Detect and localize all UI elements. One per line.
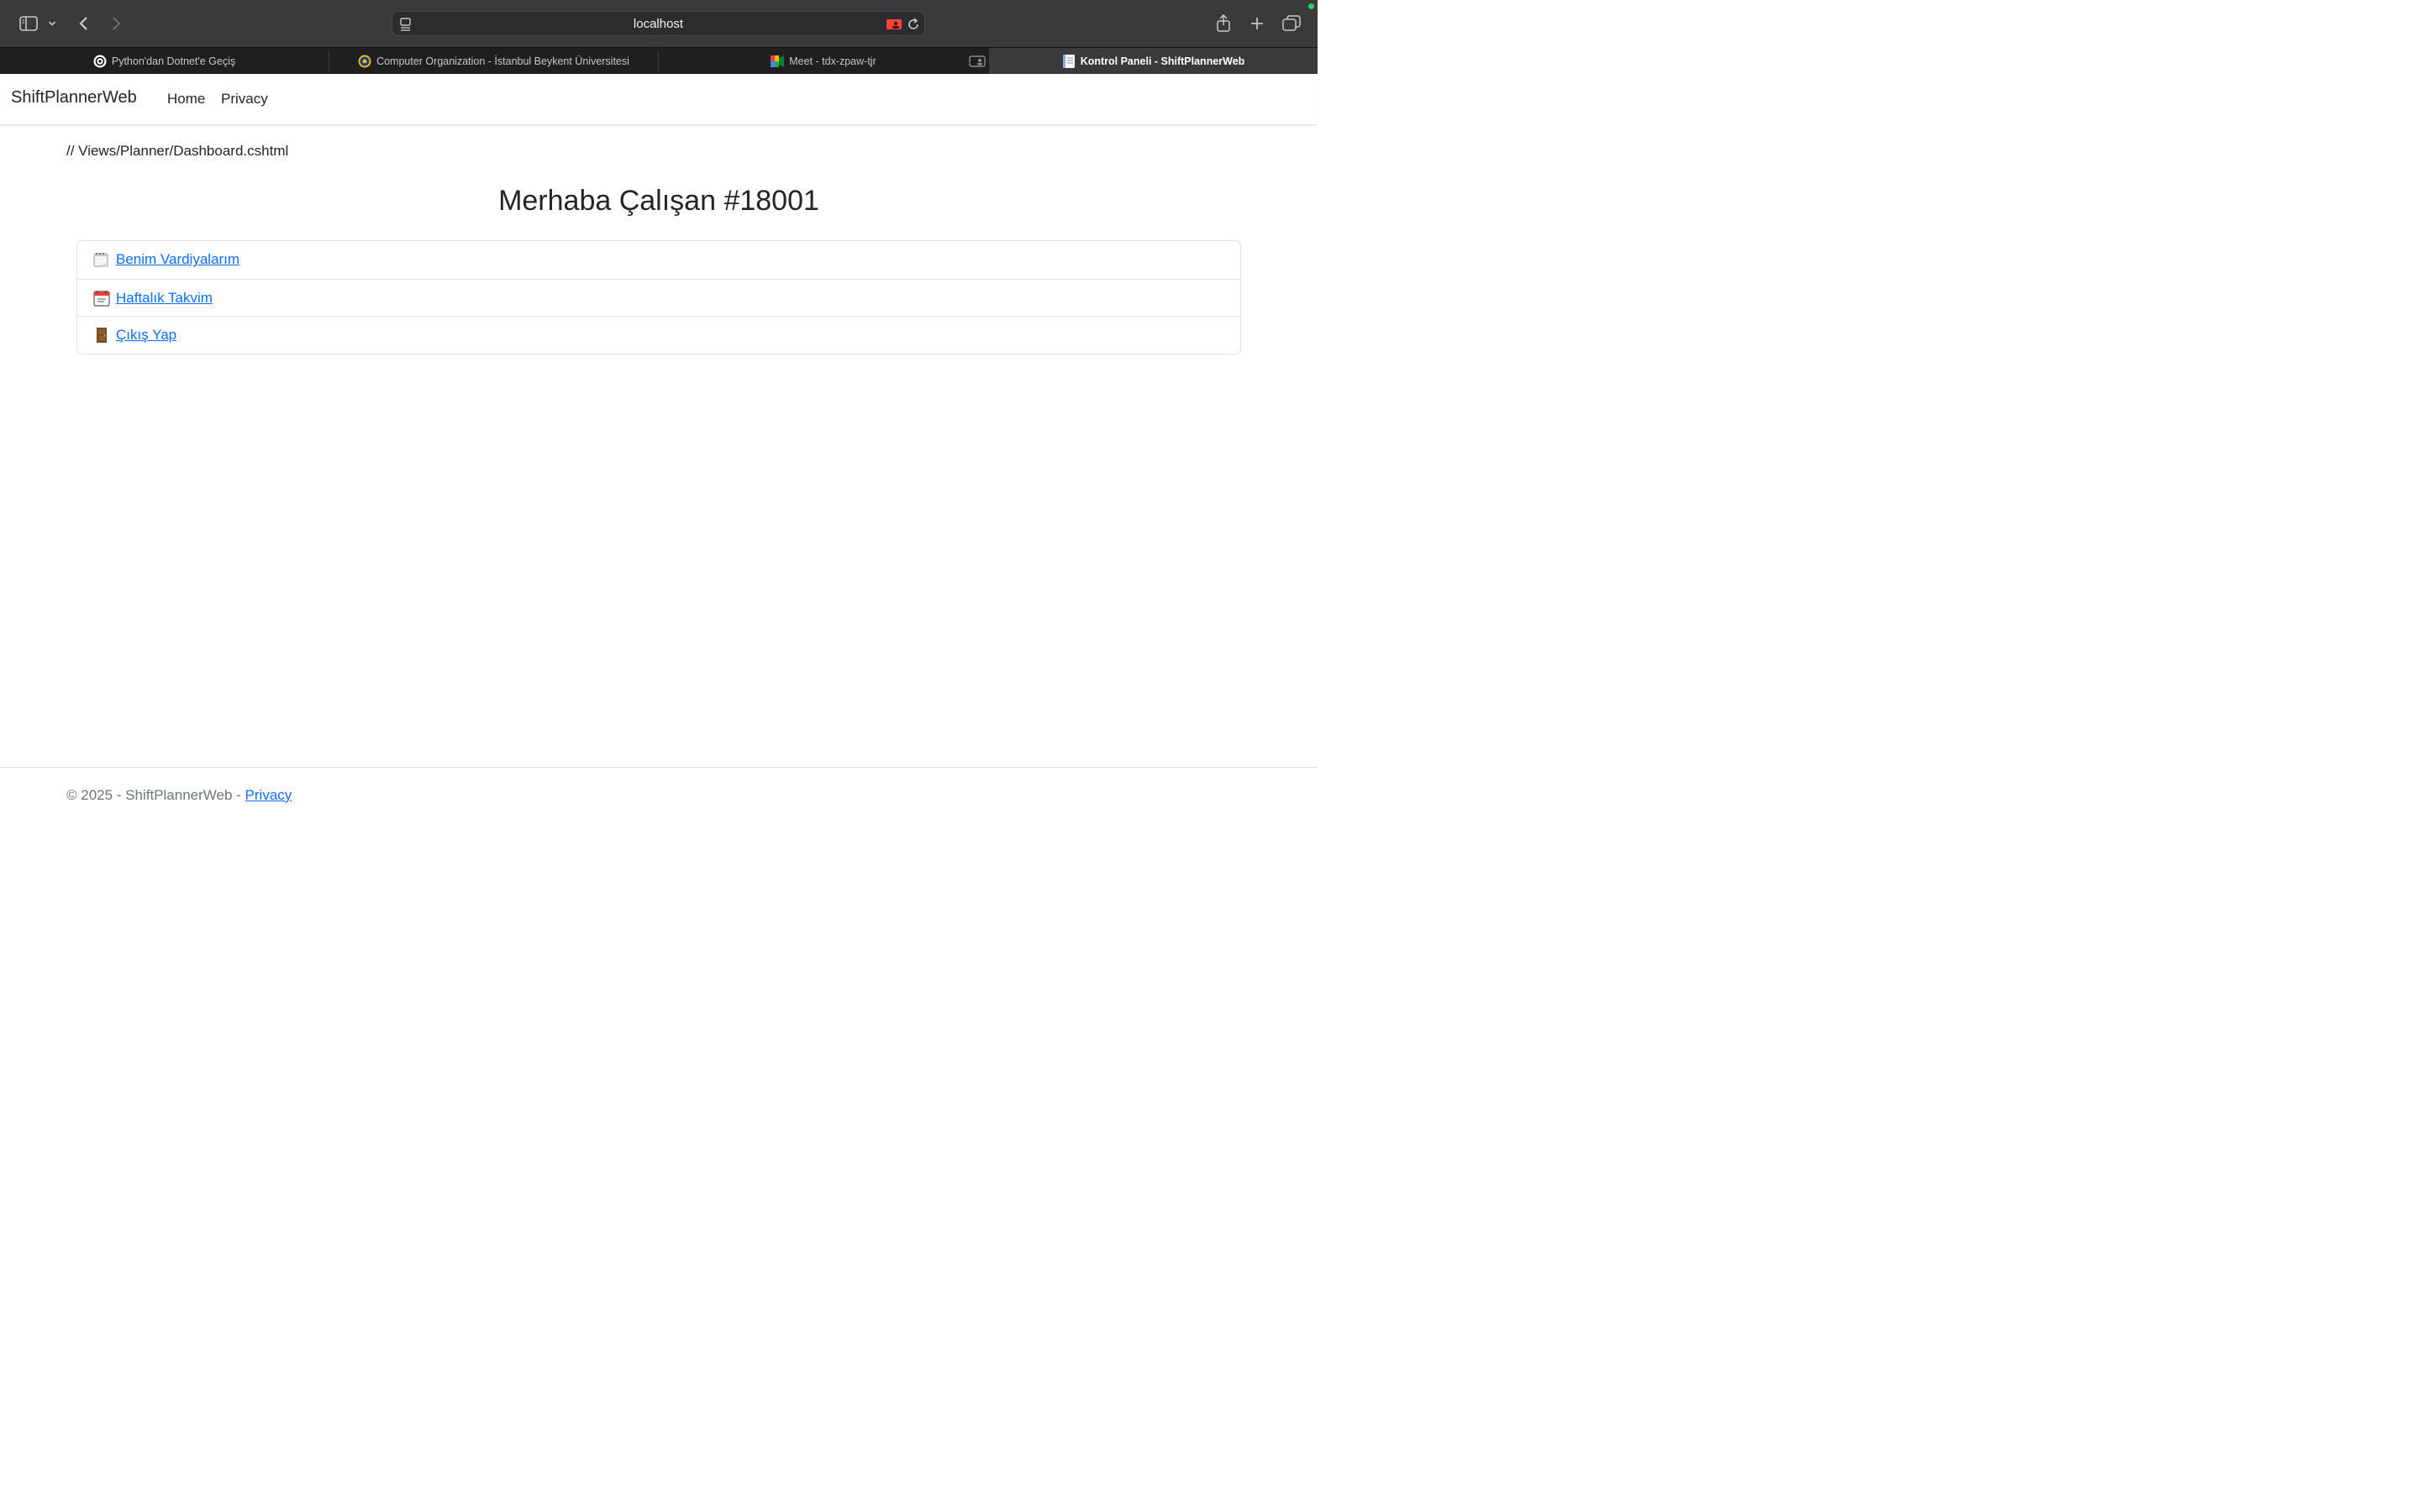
browser-toolbar: localhost bbox=[0, 0, 1318, 47]
list-item: Benim Vardiyalarım bbox=[77, 241, 1240, 279]
tab-overview-icon[interactable] bbox=[1281, 10, 1302, 37]
menu-item-label: Çıkış Yap bbox=[116, 327, 177, 344]
door-icon bbox=[92, 326, 111, 344]
logout-link[interactable]: Çıkış Yap bbox=[92, 326, 176, 344]
tab-title: Python'dan Dotnet'e Geçiş bbox=[111, 55, 236, 67]
chevron-down-icon[interactable] bbox=[45, 10, 59, 37]
menu-item-label: Benim Vardiyalarım bbox=[116, 251, 240, 268]
new-tab-plus-icon[interactable] bbox=[1247, 10, 1267, 37]
navbar-brand[interactable]: ShiftPlannerWeb bbox=[11, 88, 137, 108]
menu-item-label: Haftalık Takvim bbox=[116, 289, 213, 306]
address-bar[interactable]: localhost bbox=[392, 11, 925, 36]
reload-icon[interactable] bbox=[907, 17, 920, 36]
recording-indicator bbox=[1308, 3, 1314, 9]
weekly-calendar-link[interactable]: Haftalık Takvim bbox=[92, 289, 213, 307]
tab-title: Meet - tdx-zpaw-tjr bbox=[789, 55, 876, 67]
tab-bar: Python'dan Dotnet'e Geçiş Computer Organ… bbox=[0, 47, 1318, 74]
camera-in-use-icon[interactable] bbox=[886, 18, 902, 34]
list-item: Çıkış Yap bbox=[77, 316, 1240, 354]
nav-link-home[interactable]: Home bbox=[167, 91, 205, 108]
openai-icon bbox=[93, 55, 107, 68]
tab-title: Computer Organization - İstanbul Beykent… bbox=[376, 55, 629, 67]
nav-link-privacy[interactable]: Privacy bbox=[221, 91, 268, 108]
tab-computer-organization[interactable]: Computer Organization - İstanbul Beykent… bbox=[329, 48, 658, 74]
screen-share-icon[interactable] bbox=[966, 48, 988, 74]
copyright-text: © 2025 - ShiftPlannerWeb - bbox=[66, 787, 245, 803]
address-text: localhost bbox=[633, 17, 684, 31]
footer-text: © 2025 - ShiftPlannerWeb - Privacy bbox=[66, 787, 292, 804]
forward-arrow-icon[interactable] bbox=[106, 10, 126, 37]
site-footer: © 2025 - ShiftPlannerWeb - Privacy bbox=[0, 767, 1318, 823]
tab-title: Kontrol Paneli - ShiftPlannerWeb bbox=[1080, 55, 1245, 67]
calendar-icon bbox=[92, 289, 111, 307]
university-seal-icon bbox=[358, 55, 371, 68]
list-item: Haftalık Takvim bbox=[77, 278, 1240, 317]
google-meet-icon bbox=[771, 55, 785, 68]
tab-google-meet[interactable]: Meet - tdx-zpaw-tjr bbox=[659, 48, 988, 74]
view-path-comment: // Views/Planner/Dashboard.cshtml bbox=[66, 143, 289, 159]
share-icon[interactable] bbox=[1213, 10, 1234, 37]
footer-privacy-link[interactable]: Privacy bbox=[245, 787, 292, 803]
page-title: Merhaba Çalışan #18001 bbox=[498, 185, 819, 217]
back-arrow-icon[interactable] bbox=[74, 10, 94, 37]
tab-python-dotnet[interactable]: Python'dan Dotnet'e Geçiş bbox=[0, 48, 329, 74]
spiral-notepad-icon bbox=[92, 250, 111, 269]
tab-kontrol-paneli[interactable]: Kontrol Paneli - ShiftPlannerWeb bbox=[989, 48, 1318, 74]
document-icon bbox=[1062, 54, 1076, 68]
sidebar-toggle-icon[interactable] bbox=[17, 10, 40, 37]
my-shifts-link[interactable]: Benim Vardiyalarım bbox=[92, 250, 239, 269]
dashboard-menu: Benim Vardiyalarım Haftalık Takvim Çıkış… bbox=[76, 240, 1241, 355]
site-navbar: ShiftPlannerWeb Home Privacy bbox=[0, 74, 1318, 125]
